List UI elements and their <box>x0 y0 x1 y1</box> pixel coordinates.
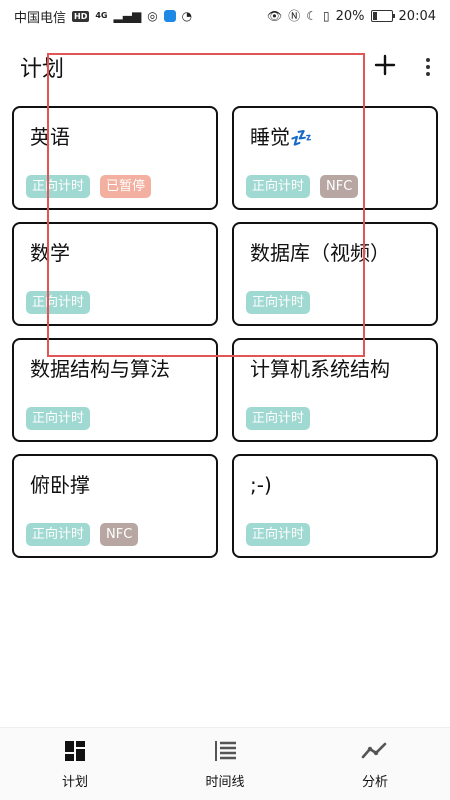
nav-label-analysis: 分析 <box>361 774 388 790</box>
more-dot-icon <box>426 72 430 76</box>
tag-list: 正向计时 NFC <box>246 175 359 198</box>
dashboard-icon <box>63 739 87 763</box>
plan-card-title: 数学 <box>30 240 204 266</box>
plan-card[interactable]: 英语正向计时 已暂停 <box>12 106 218 210</box>
plan-grid: 英语 正向计时 已暂停 睡觉💤 正向计时 NFC 数学 正向计时 数据库（视频） 正向计时 数据结构… <box>12 106 438 558</box>
status-badge: 正向计时 <box>246 407 311 430</box>
more-dot-icon <box>426 65 430 69</box>
plan-card-title: 数据结构与算法 <box>30 356 204 382</box>
plan-card[interactable]: 睡觉💤 正向计时 NFC <box>232 106 438 210</box>
plan-card[interactable]: ;-) 正向计时 <box>232 454 438 558</box>
status-left: 中国电信 HD 4G ▂▄▆ ◎ ◔ <box>14 7 192 26</box>
plan-card-title: 睡觉💤 <box>250 124 424 152</box>
battery-icon <box>370 10 395 22</box>
plan-title-text: 俯卧撑 <box>30 473 90 497</box>
plan-card-title: 俯卧撑 <box>30 472 204 498</box>
nav-item-timeline[interactable]: 时间线 <box>165 739 285 790</box>
tag-list: 正向计时 <box>26 407 91 430</box>
tag-list: 正向计时 NFC <box>26 523 139 546</box>
plan-title-text: ;-) <box>250 473 272 497</box>
tag-list: 正向计时 已暂停 <box>26 175 152 198</box>
plus-icon <box>374 54 396 76</box>
plan-card[interactable]: 俯卧撑正向计时 NFC <box>12 454 218 558</box>
app-bar: 计划 <box>0 40 450 94</box>
plan-card-title: ;-) <box>250 472 424 498</box>
tag-list: 正向计时 <box>246 407 311 430</box>
carrier-label: 中国电信 <box>14 10 67 26</box>
plan-card[interactable]: 数据结构与算法正向计时 <box>12 338 218 442</box>
plan-title-text: 数据结构与算法 <box>30 357 170 381</box>
hd-icon: HD <box>72 10 90 22</box>
wifi-icon: ◔ <box>181 9 193 23</box>
app-actions <box>374 52 434 82</box>
plan-card[interactable]: 数据库（视频） 正向计时 <box>232 222 438 326</box>
tag-list: 正向计时 <box>246 291 311 314</box>
page-title: 计划 <box>20 57 65 82</box>
status-badge: 正向计时 <box>26 175 91 198</box>
plan-title-text: 数据库（视频） <box>250 241 390 265</box>
nav-label-plan: 计划 <box>61 774 88 790</box>
nav-item-analysis[interactable]: 分析 <box>315 739 435 790</box>
plan-title-text: 数学 <box>30 241 70 265</box>
network-type-label: 4G <box>95 11 108 20</box>
battery-percent: 20% <box>335 8 365 24</box>
plan-card[interactable]: 数学正向计时 <box>12 222 218 326</box>
tag-list: 正向计时 <box>26 291 91 314</box>
plan-card-title: 英语 <box>30 124 204 150</box>
signal-icon: ▂▄▆ <box>113 9 142 23</box>
status-badge: NFC <box>100 523 139 546</box>
status-badge: 正向计时 <box>26 523 91 546</box>
plan-card-title: 计算机系统结构 <box>250 356 424 382</box>
bottom-nav: 计划 时间线 分析 <box>0 727 450 800</box>
status-badge: 正向计时 <box>246 291 311 314</box>
hotspot-icon: ◎ <box>147 9 158 23</box>
nav-item-plan[interactable]: 计划 <box>15 739 135 790</box>
more-options-button[interactable] <box>422 54 434 80</box>
eye-icon: 👁 <box>267 9 283 23</box>
nav-label-timeline: 时间线 <box>205 774 245 790</box>
status-badge: 已暂停 <box>100 175 152 198</box>
network-type-icon: 4G <box>95 12 107 20</box>
plan-title-text: 计算机系统结构 <box>250 357 390 381</box>
plan-card[interactable]: 计算机系统结构正向计时 <box>232 338 438 442</box>
trend-icon <box>361 739 389 763</box>
add-plan-button[interactable] <box>374 52 396 82</box>
plan-title-text: 英语 <box>30 125 70 149</box>
battery-fill <box>372 12 377 20</box>
status-badge: 正向计时 <box>26 291 91 314</box>
vibrate-icon: ▯ <box>323 9 330 23</box>
status-badge: 正向计时 <box>246 523 311 546</box>
sleep-emoji-icon: 💤 <box>290 128 313 149</box>
nfc-icon: Ⓝ <box>288 9 301 23</box>
status-badge: NFC <box>320 175 359 198</box>
plan-title-text: 睡觉 <box>250 125 290 149</box>
more-dot-icon <box>426 58 430 62</box>
timeline-icon <box>212 739 238 763</box>
app-notification-icon <box>163 10 176 22</box>
status-badge: 正向计时 <box>246 175 311 198</box>
clock: 20:04 <box>398 8 436 24</box>
status-right: 👁 Ⓝ ☾ ▯ 20% 20:04 <box>267 9 436 24</box>
status-badge: 正向计时 <box>26 407 91 430</box>
tag-list: 正向计时 <box>246 523 311 546</box>
status-bar: 中国电信 HD 4G ▂▄▆ ◎ ◔ 👁 Ⓝ ☾ ▯ 20% 20:04 <box>0 0 450 32</box>
plan-card-title: 数据库（视频） <box>250 240 424 266</box>
moon-icon: ☾ <box>306 9 318 23</box>
